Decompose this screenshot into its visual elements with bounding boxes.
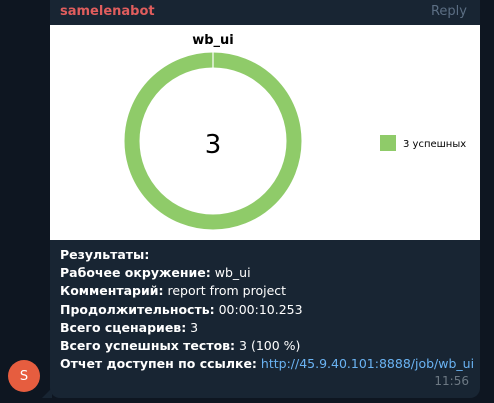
message-header: samelenabot Reply	[50, 0, 480, 24]
legend-swatch-0	[380, 135, 396, 151]
result-line-report: Отчет доступен по ссылке: http://45.9.40…	[60, 356, 475, 372]
reply-button[interactable]: Reply	[431, 4, 467, 19]
message-bubble: samelenabot Reply wb_ui 3 3 успешных Рез…	[50, 0, 480, 398]
report-link[interactable]: http://45.9.40.101:8888/job/wb_ui	[261, 356, 474, 371]
sender-name[interactable]: samelenabot	[60, 4, 155, 19]
donut-chart: wb_ui 3 3 успешных	[124, 33, 466, 230]
result-line-scenarios: Всего сценариев: 3	[60, 319, 199, 335]
chart-center-label: 3	[205, 130, 222, 160]
chart-image[interactable]: wb_ui 3 3 успешных	[50, 25, 480, 240]
result-line-title: Результаты:	[60, 247, 150, 262]
chart-title: wb_ui	[192, 33, 234, 48]
legend-label-0: 3 успешных	[403, 139, 466, 150]
result-line-duration: Продолжительность: 00:00:10.253	[60, 301, 303, 317]
message-text: Результаты: Рабочее окружение: wb_ui Ком…	[60, 246, 475, 373]
result-line-comment: Комментарий: report from project	[60, 283, 287, 299]
message-time: 11:56	[434, 374, 469, 388]
result-line-environment: Рабочее окружение: wb_ui	[60, 265, 251, 281]
avatar[interactable]: S	[8, 360, 40, 392]
result-line-passed: Всего успешных тестов: 3 (100 %)	[60, 338, 301, 354]
